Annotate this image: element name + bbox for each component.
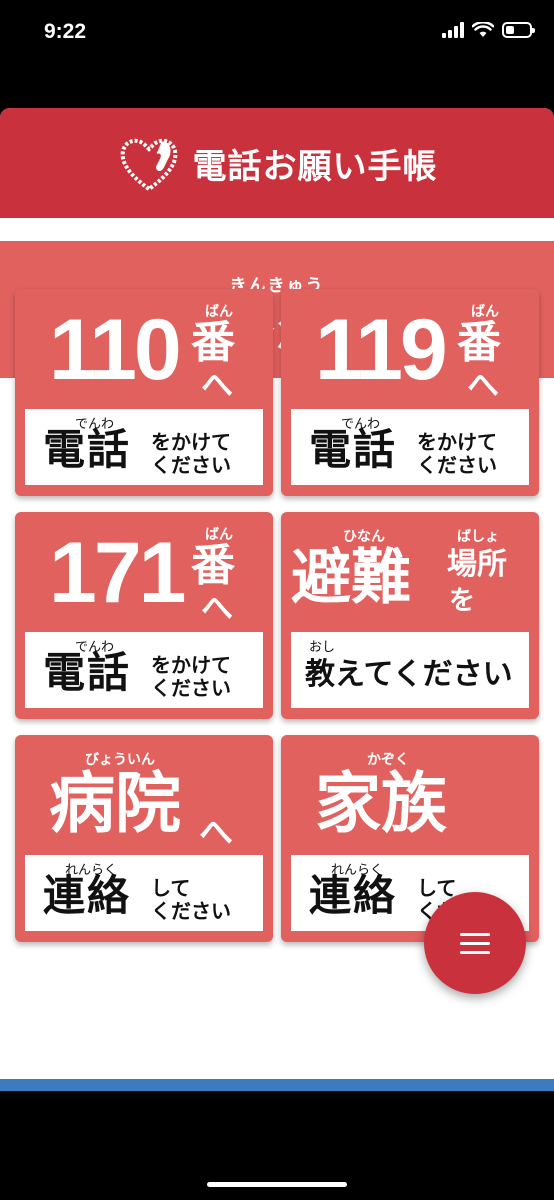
he-label: へ	[199, 813, 233, 853]
basho-label: 場所	[447, 547, 507, 582]
wo-label: を	[449, 586, 476, 616]
call-119-card[interactable]: 119 ばん 番 へ でんわ 電話 をかけて ください	[281, 289, 539, 496]
menu-icon	[460, 932, 490, 936]
action-big: 電話	[43, 648, 132, 697]
action-big: 連絡	[43, 871, 132, 920]
ban-label: 番	[457, 317, 501, 368]
battery-icon	[502, 22, 535, 38]
home-indicator[interactable]	[207, 1182, 347, 1187]
family-label: 家族	[315, 765, 447, 842]
status-time: 9:22	[44, 20, 87, 43]
action-small: をかけて ください	[151, 653, 231, 700]
action-ruby: おし	[309, 640, 336, 655]
call-171-card[interactable]: 171 ばん 番 へ でんわ 電話 をかけて ください	[15, 512, 273, 719]
cellular-signal-icon	[442, 22, 464, 38]
he-label: へ	[201, 366, 234, 404]
card-number: 119	[315, 302, 448, 398]
battery-level	[506, 26, 514, 34]
card-number: 171	[49, 525, 186, 621]
heart-phone-icon	[120, 138, 177, 192]
action-panel: でんわ 電話 をかけて ください	[25, 409, 263, 485]
basho-ruby: ばしょ	[457, 529, 499, 545]
he-label: へ	[201, 589, 234, 627]
bottom-strip	[0, 1079, 554, 1091]
hinan-label: 避難	[291, 543, 411, 613]
status-bar: 9:22	[0, 0, 554, 70]
app-header: 電話お願い手帳	[0, 108, 554, 218]
contact-hospital-card[interactable]: びょういん 病院 へ れんらく 連絡 して ください	[15, 735, 273, 942]
action-panel: でんわ 電話 をかけて ください	[25, 632, 263, 708]
status-icons	[442, 22, 535, 38]
action-small: をかけて ください	[151, 430, 231, 477]
menu-button[interactable]	[424, 892, 526, 994]
menu-icon-line	[460, 941, 490, 945]
he-label: へ	[467, 366, 500, 404]
ban-label: 番	[191, 540, 235, 591]
action-small: してください	[151, 876, 231, 923]
wifi-icon	[472, 22, 494, 37]
menu-icon-line	[460, 950, 490, 954]
action-panel: れんらく 連絡 してください	[25, 855, 263, 931]
action-panel: でんわ 電話 をかけて ください	[291, 409, 529, 485]
app-title: 電話お願い手帳	[192, 146, 438, 187]
call-110-card[interactable]: 110 ばん 番 へ でんわ 電話 をかけて ください	[15, 289, 273, 496]
hospital-label: 病院	[49, 765, 181, 842]
action-text: 教えてください	[305, 657, 513, 692]
card-number: 110	[49, 302, 182, 398]
action-big: 電話	[43, 425, 132, 474]
evacuation-site-card[interactable]: ひなん ばしょ 避難 場所 を おし 教えてください	[281, 512, 539, 719]
action-small: をかけて ください	[417, 430, 497, 477]
action-panel: おし 教えてください	[291, 632, 529, 708]
action-big: 電話	[309, 425, 398, 474]
ban-label: 番	[191, 317, 235, 368]
action-big: 連絡	[309, 871, 398, 920]
